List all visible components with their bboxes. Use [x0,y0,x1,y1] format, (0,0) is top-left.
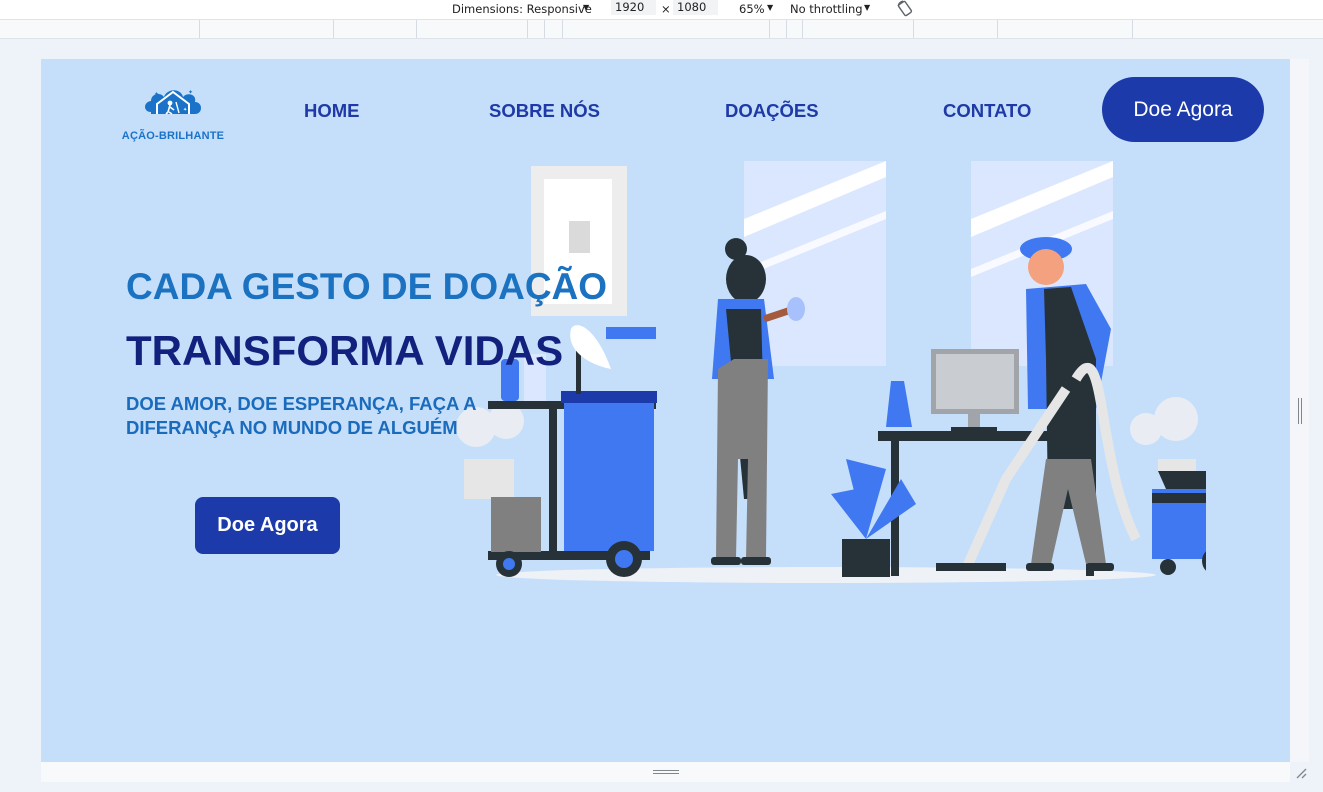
hero-subtitle: DOE AMOR, DOE ESPERANÇA, FAÇA A DIFERANÇ… [126,392,477,440]
zoom-caret-icon[interactable]: ▼ [767,3,773,12]
throttling-caret-icon[interactable]: ▼ [864,3,870,12]
svg-text:✦: ✦ [183,107,187,113]
hero-title-line-1: CADA GESTO DE DOAÇÃO [126,266,608,307]
hero-title-line-2: TRANSFORMA VIDAS [126,327,564,374]
dimensions-dropdown[interactable]: Dimensions: Responsive [452,2,592,16]
doe-agora-hero-button[interactable]: Doe Agora [195,497,340,554]
svg-text:✦: ✦ [154,91,159,98]
media-query-ruler[interactable] [0,19,1323,39]
times-sign: × [661,2,671,16]
zoom-dropdown[interactable]: 65% [739,2,765,16]
hero-subtitle-line-2: DIFERANÇA NO MUNDO DE ALGUÉM [126,417,458,438]
nav-contato[interactable]: CONTATO [943,100,1031,122]
svg-text:✦: ✦ [188,89,193,96]
resize-corner-icon[interactable] [1294,766,1308,780]
rotate-device-icon[interactable] [896,0,914,17]
height-input[interactable]: 1080 [673,0,718,15]
logo-text: AÇÃO-BRILHANTE [121,130,225,142]
devtools-device-toolbar: Dimensions: Responsive ▼ 1920 × 1080 65%… [0,0,1323,19]
dimensions-caret-icon[interactable]: ▼ [583,3,589,12]
nav-sobre-nos[interactable]: SOBRE NÓS [489,100,600,122]
house-cleaning-logo-icon: ✦ ✦ ✦ [145,89,201,115]
nav-home[interactable]: HOME [304,100,360,122]
site-logo[interactable]: ✦ ✦ ✦ AÇÃO-BRILHANTE [121,84,225,144]
throttling-dropdown[interactable]: No throttling [790,2,863,16]
resize-handle-right[interactable] [1298,398,1302,424]
nav-doacoes[interactable]: DOAÇÕES [725,100,819,122]
doe-agora-nav-button[interactable]: Doe Agora [1102,77,1264,142]
hero-subtitle-line-1: DOE AMOR, DOE ESPERANÇA, FAÇA A [126,393,477,414]
page-viewport: ✦ ✦ ✦ AÇÃO-BRILHANTE HOME SOBRE NÓS DOAÇ… [41,59,1290,762]
resize-handle-bottom[interactable] [653,770,679,774]
width-input[interactable]: 1920 [611,0,656,15]
